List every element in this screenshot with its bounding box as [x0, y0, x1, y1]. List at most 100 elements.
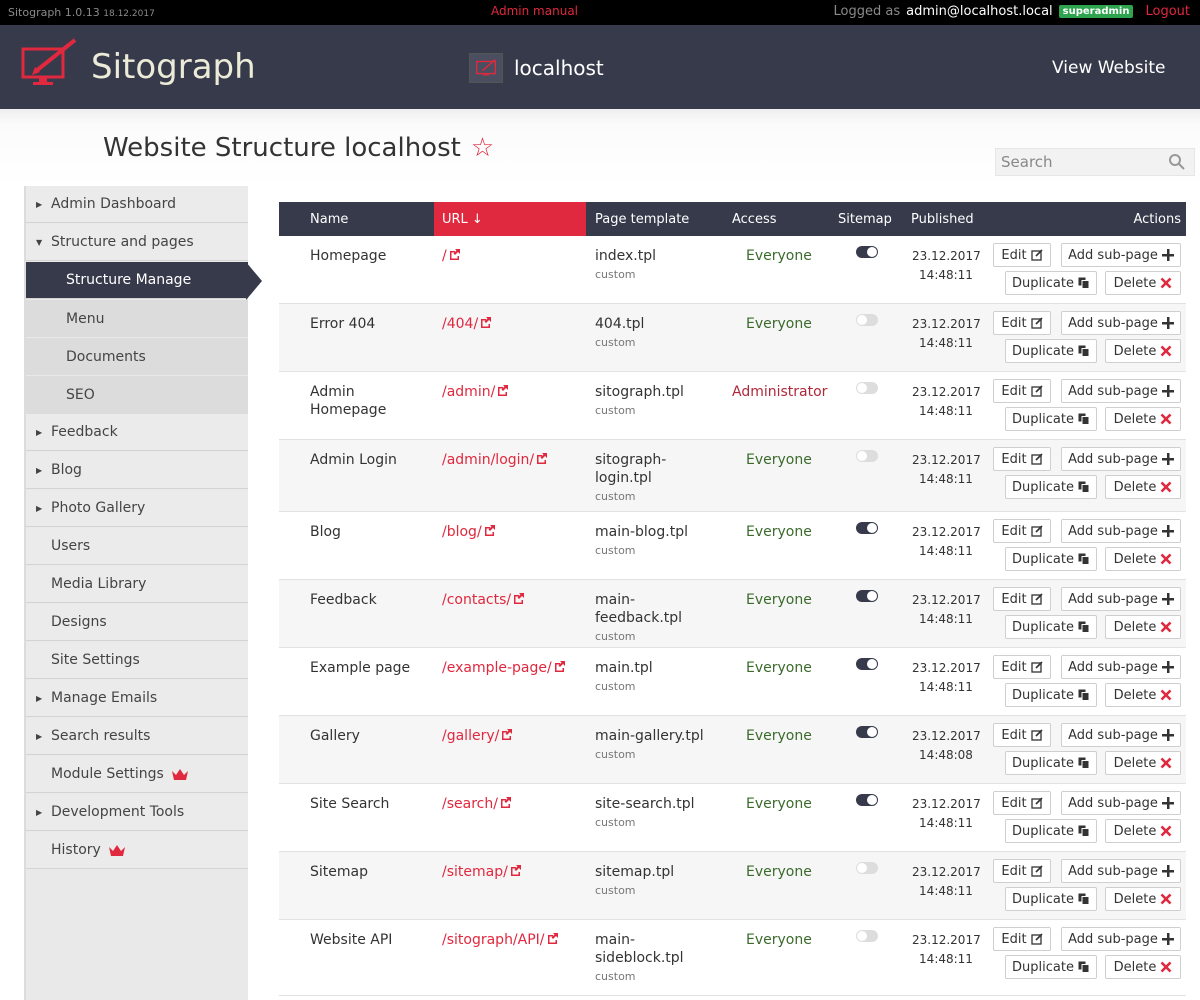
- sitemap-toggle[interactable]: [856, 246, 878, 258]
- duplicate-button[interactable]: Duplicate: [1005, 475, 1097, 499]
- edit-button[interactable]: Edit: [993, 447, 1051, 471]
- page-name[interactable]: Admin Login: [310, 451, 420, 469]
- add-sub-page-button[interactable]: Add sub-page: [1061, 791, 1181, 815]
- delete-button[interactable]: Delete: [1105, 475, 1181, 499]
- sitemap-toggle[interactable]: [856, 314, 878, 326]
- edit-button[interactable]: Edit: [993, 519, 1051, 543]
- page-url-link[interactable]: /gallery/: [442, 727, 513, 745]
- edit-button[interactable]: Edit: [993, 587, 1051, 611]
- delete-button[interactable]: Delete: [1105, 887, 1181, 911]
- edit-button[interactable]: Edit: [993, 379, 1051, 403]
- add-sub-page-button[interactable]: Add sub-page: [1061, 447, 1181, 471]
- add-sub-page-button[interactable]: Add sub-page: [1061, 519, 1181, 543]
- page-url-link[interactable]: /sitemap/: [442, 863, 522, 881]
- add-sub-page-button[interactable]: Add sub-page: [1061, 655, 1181, 679]
- sidebar-item-manage-emails[interactable]: ▶ Manage Emails: [26, 680, 248, 717]
- search-icon[interactable]: [1168, 153, 1186, 171]
- brand-name[interactable]: Sitograph: [91, 47, 256, 87]
- edit-button[interactable]: Edit: [993, 859, 1051, 883]
- sidebar-item-structure-manage[interactable]: Structure Manage: [26, 262, 248, 299]
- page-name[interactable]: Feedback: [310, 591, 420, 609]
- admin-manual-link[interactable]: Admin manual: [491, 4, 578, 18]
- edit-button[interactable]: Edit: [993, 927, 1051, 951]
- duplicate-button[interactable]: Duplicate: [1005, 271, 1097, 295]
- sitemap-toggle[interactable]: [856, 726, 878, 738]
- sidebar-item-site-settings[interactable]: Site Settings: [26, 642, 248, 679]
- sidebar-item-admin-dashboard[interactable]: ▶ Admin Dashboard: [26, 186, 248, 223]
- page-url-link[interactable]: /blog/: [442, 523, 496, 541]
- sitemap-toggle[interactable]: [856, 930, 878, 942]
- delete-button[interactable]: Delete: [1105, 615, 1181, 639]
- sidebar-item-designs[interactable]: Designs: [26, 604, 248, 641]
- duplicate-button[interactable]: Duplicate: [1005, 887, 1097, 911]
- sidebar-item-feedback[interactable]: ▶ Feedback: [26, 414, 248, 451]
- page-url-link[interactable]: /example-page/: [442, 659, 566, 677]
- page-url-link[interactable]: /admin/login/: [442, 451, 548, 469]
- page-name[interactable]: Gallery: [310, 727, 420, 745]
- sidebar-item-blog[interactable]: ▶ Blog: [26, 452, 248, 489]
- page-url-link[interactable]: /: [442, 247, 461, 265]
- duplicate-button[interactable]: Duplicate: [1005, 955, 1097, 979]
- sitemap-toggle[interactable]: [856, 658, 878, 670]
- add-sub-page-button[interactable]: Add sub-page: [1061, 587, 1181, 611]
- duplicate-button[interactable]: Duplicate: [1005, 407, 1097, 431]
- delete-button[interactable]: Delete: [1105, 339, 1181, 363]
- view-website-link[interactable]: View Website: [1052, 58, 1166, 78]
- edit-button[interactable]: Edit: [993, 723, 1051, 747]
- edit-button[interactable]: Edit: [993, 243, 1051, 267]
- page-name[interactable]: Blog: [310, 523, 420, 541]
- page-url-link[interactable]: /404/: [442, 315, 492, 333]
- page-url-link[interactable]: /contacts/: [442, 591, 525, 609]
- search-input[interactable]: [996, 149, 1166, 175]
- sitemap-toggle[interactable]: [856, 522, 878, 534]
- sitemap-toggle[interactable]: [856, 590, 878, 602]
- page-name[interactable]: Error 404: [310, 315, 420, 333]
- sitemap-toggle[interactable]: [856, 794, 878, 806]
- edit-button[interactable]: Edit: [993, 311, 1051, 335]
- page-url-link[interactable]: /search/: [442, 795, 512, 813]
- delete-button[interactable]: Delete: [1105, 547, 1181, 571]
- sidebar-item-menu[interactable]: Menu: [26, 300, 248, 337]
- page-name[interactable]: Sitemap: [310, 863, 420, 881]
- delete-button[interactable]: Delete: [1105, 819, 1181, 843]
- delete-button[interactable]: Delete: [1105, 683, 1181, 707]
- add-sub-page-button[interactable]: Add sub-page: [1061, 859, 1181, 883]
- sidebar-item-structure-and-pages[interactable]: ▼ Structure and pages: [26, 224, 248, 261]
- delete-button[interactable]: Delete: [1105, 271, 1181, 295]
- sidebar-item-documents[interactable]: Documents: [26, 338, 248, 375]
- duplicate-button[interactable]: Duplicate: [1005, 819, 1097, 843]
- duplicate-button[interactable]: Duplicate: [1005, 615, 1097, 639]
- column-header-template[interactable]: Page template: [595, 212, 689, 227]
- edit-button[interactable]: Edit: [993, 655, 1051, 679]
- sitemap-toggle[interactable]: [856, 382, 878, 394]
- page-name[interactable]: Site Search: [310, 795, 420, 813]
- sidebar-item-media-library[interactable]: Media Library: [26, 566, 248, 603]
- duplicate-button[interactable]: Duplicate: [1005, 683, 1097, 707]
- sidebar-item-search-results[interactable]: ▶ Search results: [26, 718, 248, 755]
- page-name[interactable]: Admin Homepage: [310, 383, 420, 419]
- favorite-star-icon[interactable]: ☆: [471, 133, 494, 163]
- add-sub-page-button[interactable]: Add sub-page: [1061, 311, 1181, 335]
- site-name[interactable]: localhost: [514, 56, 604, 80]
- sitemap-toggle[interactable]: [856, 862, 878, 874]
- duplicate-button[interactable]: Duplicate: [1005, 339, 1097, 363]
- logout-link[interactable]: Logout: [1145, 4, 1190, 19]
- column-header-name[interactable]: Name: [310, 212, 348, 227]
- page-url-link[interactable]: /sitograph/API/: [442, 931, 559, 949]
- sidebar-item-module-settings[interactable]: Module Settings: [26, 756, 248, 793]
- column-header-access[interactable]: Access: [732, 212, 777, 227]
- delete-button[interactable]: Delete: [1105, 751, 1181, 775]
- page-name[interactable]: Homepage: [310, 247, 420, 265]
- add-sub-page-button[interactable]: Add sub-page: [1061, 723, 1181, 747]
- sitemap-toggle[interactable]: [856, 450, 878, 462]
- duplicate-button[interactable]: Duplicate: [1005, 547, 1097, 571]
- add-sub-page-button[interactable]: Add sub-page: [1061, 927, 1181, 951]
- delete-button[interactable]: Delete: [1105, 407, 1181, 431]
- column-header-sitemap[interactable]: Sitemap: [838, 212, 892, 227]
- delete-button[interactable]: Delete: [1105, 955, 1181, 979]
- page-url-link[interactable]: /admin/: [442, 383, 509, 401]
- sidebar-item-development-tools[interactable]: ▶ Development Tools: [26, 794, 248, 831]
- duplicate-button[interactable]: Duplicate: [1005, 751, 1097, 775]
- add-sub-page-button[interactable]: Add sub-page: [1061, 379, 1181, 403]
- column-header-published[interactable]: Published: [911, 212, 974, 227]
